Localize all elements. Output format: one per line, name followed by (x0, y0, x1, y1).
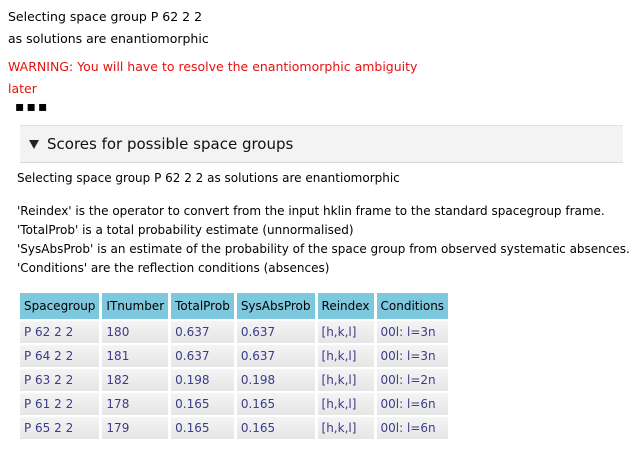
cell-conditions: 00l: l=3n (376, 321, 449, 343)
ellipsis-dots: ▪▪▪ (15, 99, 50, 115)
header-conditions: Conditions (376, 293, 449, 319)
table-row: P 64 2 2 181 0.637 0.637 [h,k,l] 00l: l=… (20, 345, 449, 367)
header-spacegroup: Spacegroup (20, 293, 100, 319)
table-row: P 65 2 2 179 0.165 0.165 [h,k,l] 00l: l=… (20, 417, 449, 439)
scores-section-title: Scores for possible space groups (47, 135, 294, 153)
cell-itnumber: 181 (102, 345, 169, 367)
cell-itnumber: 179 (102, 417, 169, 439)
warning-message: WARNING: You will have to resolve the en… (8, 56, 417, 100)
cell-spacegroup: P 62 2 2 (20, 321, 100, 343)
cell-conditions: 00l: l=6n (376, 393, 449, 415)
table-header-row: Spacegroup ITnumber TotalProb SysAbsProb… (20, 293, 449, 319)
scores-section-toggle[interactable]: Scores for possible space groups (20, 125, 623, 163)
cell-sysabsprob: 0.165 (236, 417, 315, 439)
disclosure-triangle-icon[interactable] (29, 139, 39, 149)
cell-conditions: 00l: l=3n (376, 345, 449, 367)
cell-sysabsprob: 0.637 (236, 345, 315, 367)
cell-spacegroup: P 65 2 2 (20, 417, 100, 439)
table-row: P 61 2 2 178 0.165 0.165 [h,k,l] 00l: l=… (20, 393, 449, 415)
warning-message-line-1: WARNING: You will have to resolve the en… (8, 59, 418, 74)
cell-itnumber: 180 (102, 321, 169, 343)
cell-reindex: [h,k,l] (317, 321, 374, 343)
selection-message-line-2: as solutions are enantiomorphic (8, 31, 209, 46)
cell-totalprob: 0.198 (171, 369, 234, 391)
column-notes: 'Reindex' is the operator to convert fro… (17, 202, 630, 278)
cell-itnumber: 178 (102, 393, 169, 415)
table-row: P 62 2 2 180 0.637 0.637 [h,k,l] 00l: l=… (20, 321, 449, 343)
cell-conditions: 00l: l=2n (376, 369, 449, 391)
note-totalprob: 'TotalProb' is a total probability estim… (17, 223, 354, 237)
cell-sysabsprob: 0.198 (236, 369, 315, 391)
cell-totalprob: 0.637 (171, 321, 234, 343)
cell-conditions: 00l: l=6n (376, 417, 449, 439)
cell-itnumber: 182 (102, 369, 169, 391)
header-sysabsprob: SysAbsProb (236, 293, 315, 319)
scores-table: Spacegroup ITnumber TotalProb SysAbsProb… (17, 291, 451, 441)
warning-message-line-2: later (8, 81, 37, 96)
note-conditions: 'Conditions' are the reflection conditio… (17, 261, 330, 275)
selection-text: Selecting space group P 62 2 2 as soluti… (17, 171, 400, 185)
cell-reindex: [h,k,l] (317, 345, 374, 367)
cell-totalprob: 0.637 (171, 345, 234, 367)
cell-totalprob: 0.165 (171, 393, 234, 415)
cell-spacegroup: P 63 2 2 (20, 369, 100, 391)
selection-message-line-1: Selecting space group P 62 2 2 (8, 9, 203, 24)
header-reindex: Reindex (317, 293, 374, 319)
header-itnumber: ITnumber (102, 293, 169, 319)
cell-reindex: [h,k,l] (317, 417, 374, 439)
cell-sysabsprob: 0.637 (236, 321, 315, 343)
cell-reindex: [h,k,l] (317, 393, 374, 415)
selection-message: Selecting space group P 62 2 2 as soluti… (8, 6, 209, 50)
cell-totalprob: 0.165 (171, 417, 234, 439)
scores-section: Scores for possible space groups Selecti… (8, 119, 630, 455)
cell-spacegroup: P 64 2 2 (20, 345, 100, 367)
header-totalprob: TotalProb (171, 293, 234, 319)
cell-sysabsprob: 0.165 (236, 393, 315, 415)
table-row: P 63 2 2 182 0.198 0.198 [h,k,l] 00l: l=… (20, 369, 449, 391)
cell-reindex: [h,k,l] (317, 369, 374, 391)
note-sysabsprob: 'SysAbsProb' is an estimate of the proba… (17, 242, 630, 256)
note-reindex: 'Reindex' is the operator to convert fro… (17, 204, 605, 218)
cell-spacegroup: P 61 2 2 (20, 393, 100, 415)
report-page: Selecting space group P 62 2 2 as soluti… (0, 0, 635, 459)
